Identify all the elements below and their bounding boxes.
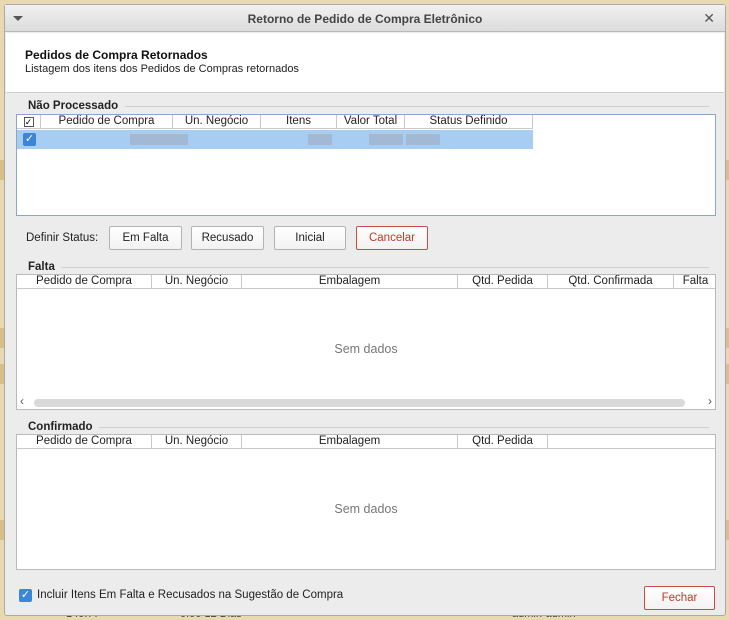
column-header[interactable]: Qtd. Pedida — [458, 275, 548, 289]
redacted-value — [369, 134, 403, 145]
section-divider — [61, 267, 709, 268]
section-divider — [99, 427, 709, 428]
fechar-button[interactable]: Fechar — [644, 586, 715, 610]
column-header[interactable]: Embalagem — [242, 435, 458, 449]
table-header: Pedido de Compra Un. Negócio Embalagem Q… — [17, 435, 715, 449]
column-header[interactable]: Un. Negócio — [152, 435, 242, 449]
redacted-value — [130, 134, 188, 145]
column-header[interactable]: Qtd. Confirmada — [548, 275, 674, 289]
column-header[interactable]: Pedido de Compra — [41, 115, 173, 129]
recusado-button[interactable]: Recusado — [191, 226, 264, 250]
section-label-nao-processado: Não Processado — [28, 100, 119, 112]
window-title: Retorno de Pedido de Compra Eletrônico — [247, 12, 483, 26]
falta-table[interactable]: Pedido de Compra Un. Negócio Embalagem Q… — [16, 274, 716, 410]
include-items-label[interactable]: Incluir Itens Em Falta e Recusados na Su… — [37, 589, 343, 601]
section-label-confirmado: Confirmado — [28, 421, 93, 433]
table-row[interactable]: ✓ — [17, 130, 533, 149]
dialog-window: Retorno de Pedido de Compra Eletrônico ✕… — [4, 4, 726, 616]
column-header[interactable]: Qtd. Pedida — [458, 435, 548, 449]
empty-state: Sem dados — [334, 502, 398, 516]
header-panel: Pedidos de Compra Retornados Listagem do… — [6, 33, 724, 93]
nao-processado-table[interactable]: ✓ Pedido de Compra Un. Negócio Itens Val… — [16, 114, 716, 216]
section-label-falta: Falta — [28, 261, 55, 273]
scrollbar-thumb[interactable] — [34, 399, 685, 407]
header-title: Pedidos de Compra Retornados — [25, 48, 208, 62]
column-header[interactable]: Status Definido — [405, 115, 533, 129]
header-subtitle: Listagem dos itens dos Pedidos de Compra… — [25, 63, 299, 75]
title-bar[interactable]: Retorno de Pedido de Compra Eletrônico ✕ — [5, 5, 725, 32]
confirmado-table[interactable]: Pedido de Compra Un. Negócio Embalagem Q… — [16, 434, 716, 570]
status-label: Definir Status: — [26, 232, 99, 244]
column-header[interactable]: Un. Negócio — [152, 275, 242, 289]
chevron-left-icon[interactable]: ‹ — [20, 394, 24, 408]
cancelar-button[interactable]: Cancelar — [356, 226, 428, 250]
section-divider — [125, 106, 709, 107]
column-header[interactable]: Pedido de Compra — [17, 435, 152, 449]
column-header[interactable]: Un. Negócio — [173, 115, 261, 129]
close-icon[interactable]: ✕ — [703, 10, 715, 27]
include-items-checkbox[interactable]: ✓ — [19, 589, 32, 602]
redacted-value — [308, 134, 332, 145]
column-header[interactable]: Falta — [674, 275, 715, 289]
header-select-all[interactable]: ✓ — [17, 115, 41, 129]
select-all-checkbox[interactable]: ✓ — [23, 117, 34, 127]
table-header: ✓ Pedido de Compra Un. Negócio Itens Val… — [17, 115, 533, 129]
column-header[interactable]: Valor Total — [337, 115, 405, 129]
row-checkbox[interactable]: ✓ — [23, 133, 36, 146]
horizontal-scrollbar[interactable]: ‹ › — [17, 394, 715, 408]
empty-state: Sem dados — [334, 342, 398, 356]
column-header[interactable]: Pedido de Compra — [17, 275, 152, 289]
chevron-right-icon[interactable]: › — [708, 394, 712, 408]
inicial-button[interactable]: Inicial — [274, 226, 346, 250]
em-falta-button[interactable]: Em Falta — [109, 226, 182, 250]
column-header[interactable]: Embalagem — [242, 275, 458, 289]
table-header: Pedido de Compra Un. Negócio Embalagem Q… — [17, 275, 715, 289]
redacted-value — [406, 134, 440, 145]
column-header[interactable]: Itens — [261, 115, 337, 129]
